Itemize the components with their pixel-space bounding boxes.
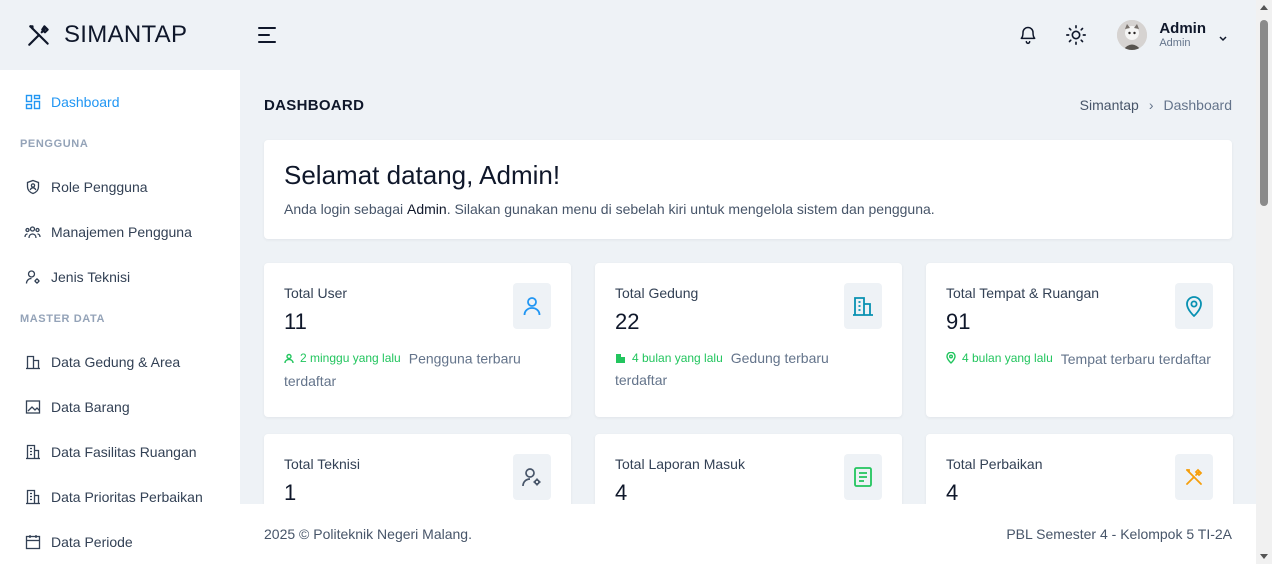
- breadcrumb: Simantap › Dashboard: [1080, 97, 1232, 113]
- sun-icon[interactable]: [1065, 24, 1087, 46]
- breadcrumb-current: Dashboard: [1163, 97, 1233, 113]
- user-role: Admin: [1159, 37, 1191, 50]
- building-icon: [24, 353, 41, 370]
- sidebar-item-data-gedung[interactable]: Data Gedung & Area: [0, 339, 240, 384]
- stat-value: 4: [946, 480, 959, 504]
- sidebar-item-role-pengguna[interactable]: Role Pengguna: [0, 164, 240, 209]
- sidebar-item-label: Dashboard: [51, 93, 120, 110]
- stat-value: 22: [615, 309, 640, 334]
- map-pin-icon: [1175, 283, 1213, 329]
- building-icon: [844, 283, 882, 329]
- user-name: Admin: [1159, 20, 1206, 38]
- sidebar-item-label: Data Gedung & Area: [51, 353, 181, 370]
- sidebar-item-dashboard[interactable]: Dashboard: [0, 79, 240, 124]
- stat-desc: Tempat terbaru terdaftar: [1060, 351, 1211, 367]
- stat-value: 4: [615, 480, 628, 504]
- stat-card-user: Total User 11 2 minggu yang lalu Penggun…: [264, 263, 571, 417]
- section-master-data: MASTER DATA: [20, 313, 106, 325]
- scrollbar-thumb[interactable]: [1260, 20, 1268, 206]
- tools-icon: [1175, 454, 1213, 500]
- footer-credit: PBL Semester 4 - Kelompok 5 TI-2A: [1006, 526, 1232, 542]
- sidebar-item-label: Data Periode: [51, 533, 133, 550]
- stat-footer: 2 minggu yang lalu Pengguna terbaru terd…: [284, 347, 551, 392]
- stat-label: Total Tempat & Ruangan: [946, 285, 1100, 301]
- stat-card-teknisi: Total Teknisi 1: [264, 434, 571, 504]
- page-title: DASHBOARD: [264, 96, 365, 114]
- dashboard-icon: [24, 93, 41, 110]
- stat-label: Total User: [284, 285, 348, 301]
- sidebar: Dashboard PENGGUNA Role Pengguna Manajem…: [0, 70, 240, 564]
- avatar: [1117, 20, 1148, 50]
- welcome-text: Anda login sebagai Admin. Silakan gunaka…: [284, 201, 935, 217]
- sidebar-item-label: Role Pengguna: [51, 178, 148, 195]
- stat-meta: 2 minggu yang lalu: [284, 347, 401, 369]
- sidebar-item-label: Data Fasilitas Ruangan: [51, 443, 197, 460]
- brand[interactable]: SIMANTAP: [0, 0, 240, 70]
- stat-card-perbaikan: Total Perbaikan 4: [926, 434, 1233, 504]
- menu-toggle-icon[interactable]: [258, 25, 278, 45]
- bell-icon[interactable]: [1017, 24, 1039, 46]
- breadcrumb-separator: ›: [1148, 97, 1154, 113]
- top-header: SIMANTAP Admin Admin: [0, 0, 1256, 70]
- stat-label: Total Gedung: [615, 285, 699, 301]
- user-cog-icon: [24, 268, 41, 285]
- main-content: DASHBOARD Simantap › Dashboard Selamat d…: [240, 70, 1256, 504]
- scrollbar[interactable]: [1256, 0, 1272, 564]
- sidebar-item-label: Jenis Teknisi: [51, 268, 131, 285]
- user-menu[interactable]: Admin Admin: [1117, 20, 1228, 50]
- stat-value: 11: [284, 309, 307, 334]
- building-icon: [24, 443, 41, 460]
- sidebar-item-data-periode[interactable]: Data Periode: [0, 519, 240, 564]
- tools-logo-icon: [26, 22, 52, 48]
- sidebar-item-data-barang[interactable]: Data Barang: [0, 384, 240, 429]
- sidebar-item-data-prioritas[interactable]: Data Prioritas Perbaikan: [0, 474, 240, 519]
- user-icon: [513, 283, 551, 329]
- footer-copyright: 2025 © Politeknik Negeri Malang.: [264, 526, 472, 542]
- welcome-card: Selamat datang, Admin! Anda login sebaga…: [264, 140, 1232, 239]
- brand-name: SIMANTAP: [64, 21, 188, 48]
- breadcrumb-root[interactable]: Simantap: [1080, 97, 1139, 113]
- welcome-heading: Selamat datang, Admin!: [284, 160, 561, 190]
- scroll-down-arrow-icon[interactable]: [1260, 554, 1268, 559]
- chevron-down-icon[interactable]: [1218, 30, 1228, 42]
- user-cog-icon: [513, 454, 551, 500]
- shield-user-icon: [24, 178, 41, 195]
- stat-meta: 4 bulan yang lalu: [946, 347, 1053, 369]
- stat-label: Total Laporan Masuk: [615, 456, 745, 472]
- stat-card-laporan: Total Laporan Masuk 4: [595, 434, 902, 504]
- users-icon: [24, 223, 41, 240]
- page-footer: 2025 © Politeknik Negeri Malang. PBL Sem…: [240, 504, 1256, 564]
- building-icon: [24, 488, 41, 505]
- stat-meta: 4 bulan yang lalu: [615, 347, 723, 369]
- calendar-icon: [24, 533, 41, 550]
- scroll-up-arrow-icon[interactable]: [1260, 5, 1268, 10]
- sidebar-item-data-fasilitas[interactable]: Data Fasilitas Ruangan: [0, 429, 240, 474]
- sidebar-item-label: Data Prioritas Perbaikan: [51, 488, 203, 505]
- stat-card-tempat: Total Tempat & Ruangan 91 4 bulan yang l…: [926, 263, 1233, 417]
- image-icon: [24, 398, 41, 415]
- sidebar-item-manajemen-pengguna[interactable]: Manajemen Pengguna: [0, 209, 240, 254]
- sidebar-item-jenis-teknisi[interactable]: Jenis Teknisi: [0, 254, 240, 299]
- report-icon: [844, 454, 882, 500]
- stat-footer: 4 bulan yang lalu Tempat terbaru terdaft…: [946, 347, 1213, 370]
- stat-label: Total Perbaikan: [946, 456, 1043, 472]
- sidebar-item-label: Manajemen Pengguna: [51, 223, 192, 240]
- sidebar-item-label: Data Barang: [51, 398, 130, 415]
- stat-label: Total Teknisi: [284, 456, 361, 472]
- stat-value: 91: [946, 309, 971, 334]
- stat-footer: 4 bulan yang lalu Gedung terbaru terdaft…: [615, 347, 882, 391]
- stat-value: 1: [284, 480, 297, 504]
- section-pengguna: PENGGUNA: [20, 138, 89, 150]
- stat-card-gedung: Total Gedung 22 4 bulan yang lalu Gedung…: [595, 263, 902, 417]
